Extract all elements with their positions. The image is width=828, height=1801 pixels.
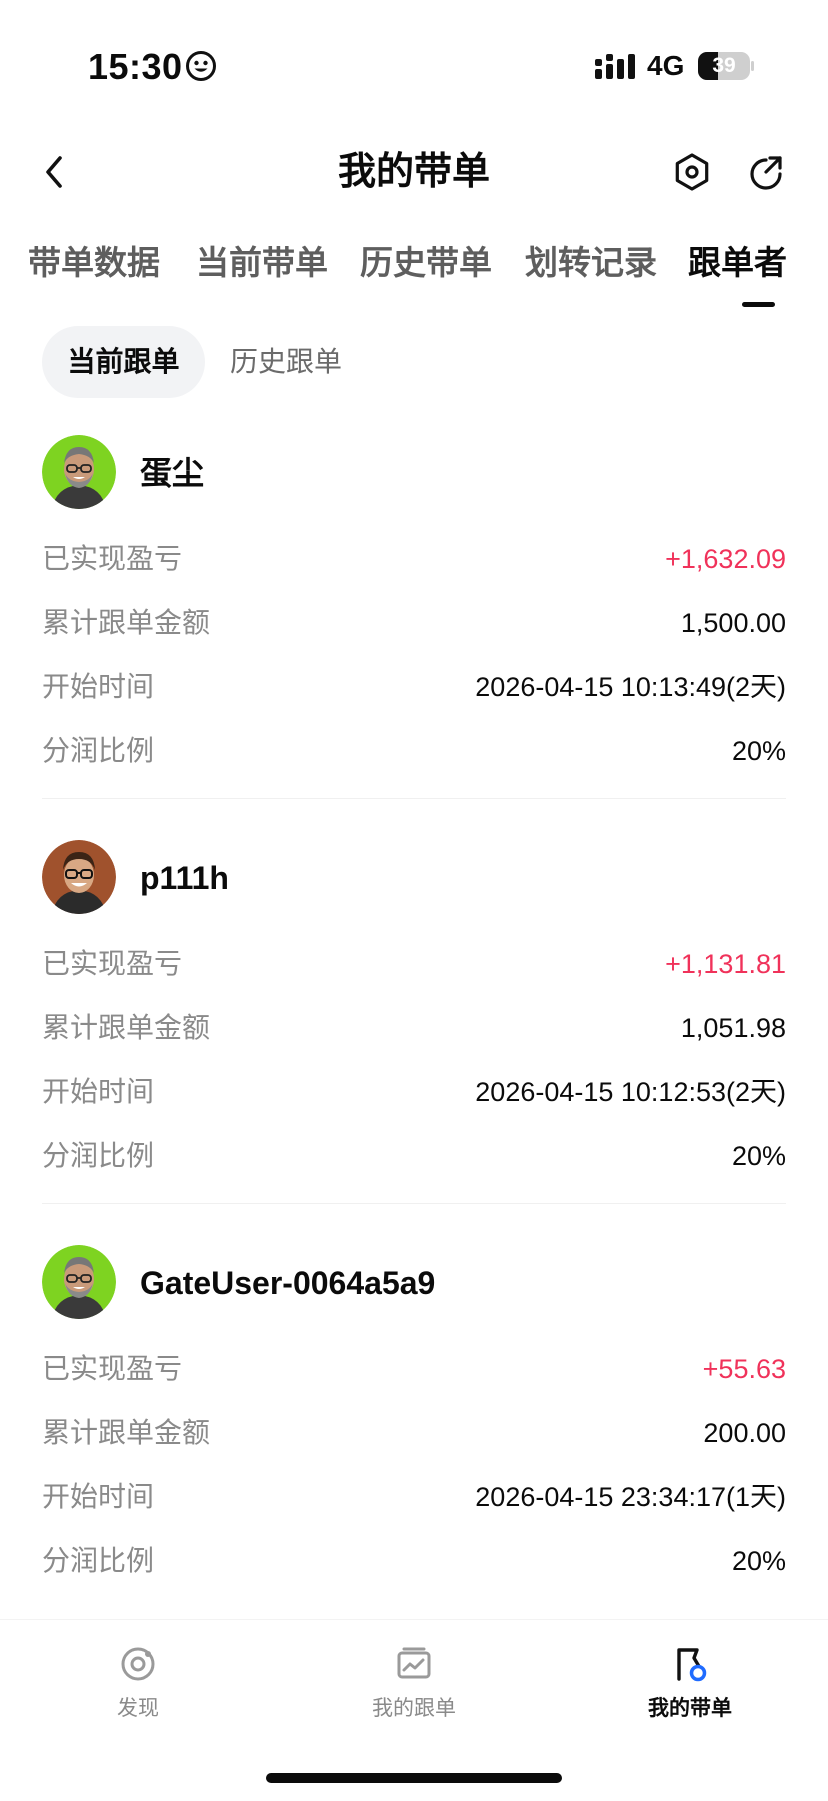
start-time-label: 开始时间: [42, 671, 155, 702]
follower-name: p111h: [140, 860, 229, 896]
discover-target-icon: [121, 1647, 155, 1681]
amount-value: 1,051.98: [680, 1013, 786, 1043]
share-ratio-value: 20%: [731, 1546, 786, 1576]
chart-card-icon: [397, 1647, 431, 1679]
pnl-value: +1,131.81: [665, 949, 786, 979]
follower-header[interactable]: p111h: [42, 840, 786, 916]
smiley-face-icon: [186, 51, 216, 81]
start-time-value: 2026-04-15 10:13:49(2天): [475, 672, 786, 702]
amount-value: 200.00: [703, 1418, 786, 1448]
row-pnl: 已实现盈亏 +55.63: [42, 1349, 786, 1389]
row-pnl: 已实现盈亏 +1,632.09: [42, 539, 786, 579]
network-type: 4G: [647, 50, 685, 81]
active-tab-indicator: [742, 302, 775, 307]
follower-card: GateUser-0064a5a9 已实现盈亏 +55.63 累计跟单金额 20…: [42, 1245, 786, 1645]
tab-followers[interactable]: 跟单者: [688, 242, 787, 284]
row-start-time: 开始时间 2026-04-15 10:12:53(2天): [42, 1072, 786, 1112]
avatar[interactable]: [42, 1245, 116, 1319]
nav-header: 我的带单: [0, 130, 828, 220]
start-time-label: 开始时间: [42, 1076, 155, 1107]
follower-header[interactable]: 蛋尘: [42, 435, 786, 511]
pnl-label: 已实现盈亏: [42, 948, 183, 979]
bottom-nav-bar: 发现 我的跟单 我的带单: [0, 1620, 828, 1801]
share-ratio-value: 20%: [731, 1141, 786, 1171]
pnl-value: +1,632.09: [665, 544, 786, 574]
flag-badge-icon: [677, 1648, 707, 1682]
main-tab-bar: 带单数据 当前带单 历史带单 划转记录 跟单者: [0, 232, 828, 312]
avatar[interactable]: [42, 840, 116, 914]
status-bar: 15:30 4G 39: [0, 0, 828, 130]
start-time-value: 2026-04-15 10:12:53(2天): [475, 1077, 786, 1107]
row-amount: 累计跟单金额 200.00: [42, 1413, 786, 1453]
hexagon-settings-icon[interactable]: [672, 152, 712, 192]
subtab-current-follow[interactable]: 当前跟单: [42, 326, 205, 398]
follower-name: GateUser-0064a5a9: [140, 1265, 436, 1301]
status-time: 15:30: [88, 46, 183, 87]
amount-value: 1,500.00: [680, 608, 786, 638]
chevron-left-icon[interactable]: [36, 150, 76, 194]
cellular-signal-icon: [595, 54, 635, 79]
nav-discover-label: 发现: [117, 1697, 159, 1720]
pnl-value: +55.63: [702, 1354, 786, 1384]
pnl-label: 已实现盈亏: [42, 543, 183, 574]
row-share-ratio: 分润比例 20%: [42, 1541, 786, 1581]
nav-my-follow[interactable]: 我的跟单: [334, 1646, 494, 1736]
share-ratio-label: 分润比例: [42, 1140, 155, 1171]
nav-my-follow-label: 我的跟单: [372, 1697, 456, 1720]
battery-percent: 39: [712, 54, 736, 77]
row-start-time: 开始时间 2026-04-15 10:13:49(2天): [42, 667, 786, 707]
share-arrow-icon[interactable]: [746, 152, 786, 192]
nav-my-lead-label: 我的带单: [648, 1697, 732, 1720]
tab-current-lead[interactable]: 当前带单: [196, 242, 328, 284]
share-ratio-label: 分润比例: [42, 735, 155, 766]
amount-label: 累计跟单金额: [42, 1012, 211, 1043]
battery-icon: 39: [698, 52, 754, 80]
subtab-history-follow[interactable]: 历史跟单: [230, 326, 342, 398]
follower-header[interactable]: GateUser-0064a5a9: [42, 1245, 786, 1321]
nav-discover[interactable]: 发现: [58, 1646, 218, 1736]
row-amount: 累计跟单金额 1,051.98: [42, 1008, 786, 1048]
pnl-label: 已实现盈亏: [42, 1353, 183, 1384]
tab-history-lead[interactable]: 历史带单: [360, 242, 492, 284]
divider: [42, 1203, 786, 1204]
share-ratio-label: 分润比例: [42, 1545, 155, 1576]
follower-name: 蛋尘: [140, 455, 205, 491]
amount-label: 累计跟单金额: [42, 607, 211, 638]
row-start-time: 开始时间 2026-04-15 23:34:17(1天): [42, 1477, 786, 1517]
amount-label: 累计跟单金额: [42, 1417, 211, 1448]
start-time-label: 开始时间: [42, 1481, 155, 1512]
divider: [42, 798, 786, 799]
row-amount: 累计跟单金额 1,500.00: [42, 603, 786, 643]
tab-transfer-records[interactable]: 划转记录: [525, 242, 657, 284]
row-share-ratio: 分润比例 20%: [42, 1136, 786, 1176]
home-indicator[interactable]: [266, 1773, 562, 1783]
follower-card: p111h 已实现盈亏 +1,131.81 累计跟单金额 1,051.98 开始…: [42, 840, 786, 1240]
row-share-ratio: 分润比例 20%: [42, 731, 786, 771]
share-ratio-value: 20%: [731, 736, 786, 766]
start-time-value: 2026-04-15 23:34:17(1天): [475, 1482, 786, 1512]
tab-lead-data[interactable]: 带单数据: [28, 242, 160, 284]
nav-my-lead[interactable]: 我的带单: [610, 1646, 770, 1736]
row-pnl: 已实现盈亏 +1,131.81: [42, 944, 786, 984]
avatar[interactable]: [42, 435, 116, 509]
follower-card: 蛋尘 已实现盈亏 +1,632.09 累计跟单金额 1,500.00 开始时间 …: [42, 435, 786, 835]
